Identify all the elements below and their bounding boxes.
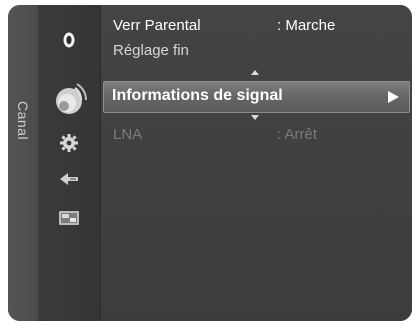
submenu-arrow-icon xyxy=(388,91,399,103)
menu-icon-column xyxy=(38,5,129,321)
menu-item-label: Informations de signal xyxy=(112,87,283,104)
antenna-dish-icon[interactable] xyxy=(49,80,89,120)
menu-item-label: Réglage fin xyxy=(113,41,189,59)
side-tab-label: Canal xyxy=(15,101,31,141)
menu-item-signal-info[interactable]: Informations de signal xyxy=(103,81,410,113)
input-connector-icon[interactable] xyxy=(58,171,80,187)
application-icon[interactable] xyxy=(58,210,80,226)
picture-icon[interactable] xyxy=(61,31,77,49)
settings-gear-icon[interactable] xyxy=(59,133,79,153)
scroll-up-arrow-icon xyxy=(251,70,259,75)
menu-item-value: : Arrêt xyxy=(277,125,318,143)
menu-item-parental-lock[interactable]: Verr Parental : Marche xyxy=(101,13,412,37)
menu-item-value: : Marche xyxy=(277,16,336,34)
side-tab-strip: Canal xyxy=(8,5,38,321)
menu-item-label: Verr Parental xyxy=(113,16,201,34)
menu-item-lna[interactable]: LNA : Arrêt xyxy=(101,122,412,146)
osd-menu-panel: Canal Verr Parental: Marche Réglage fin… xyxy=(8,5,412,321)
scroll-down-arrow-icon xyxy=(251,115,259,120)
menu-content: Verr Parental : Marche Réglage fin Infor… xyxy=(101,5,412,321)
menu-item-label: LNA xyxy=(113,125,143,143)
menu-item-fine-tune[interactable]: Réglage fin xyxy=(101,38,412,62)
